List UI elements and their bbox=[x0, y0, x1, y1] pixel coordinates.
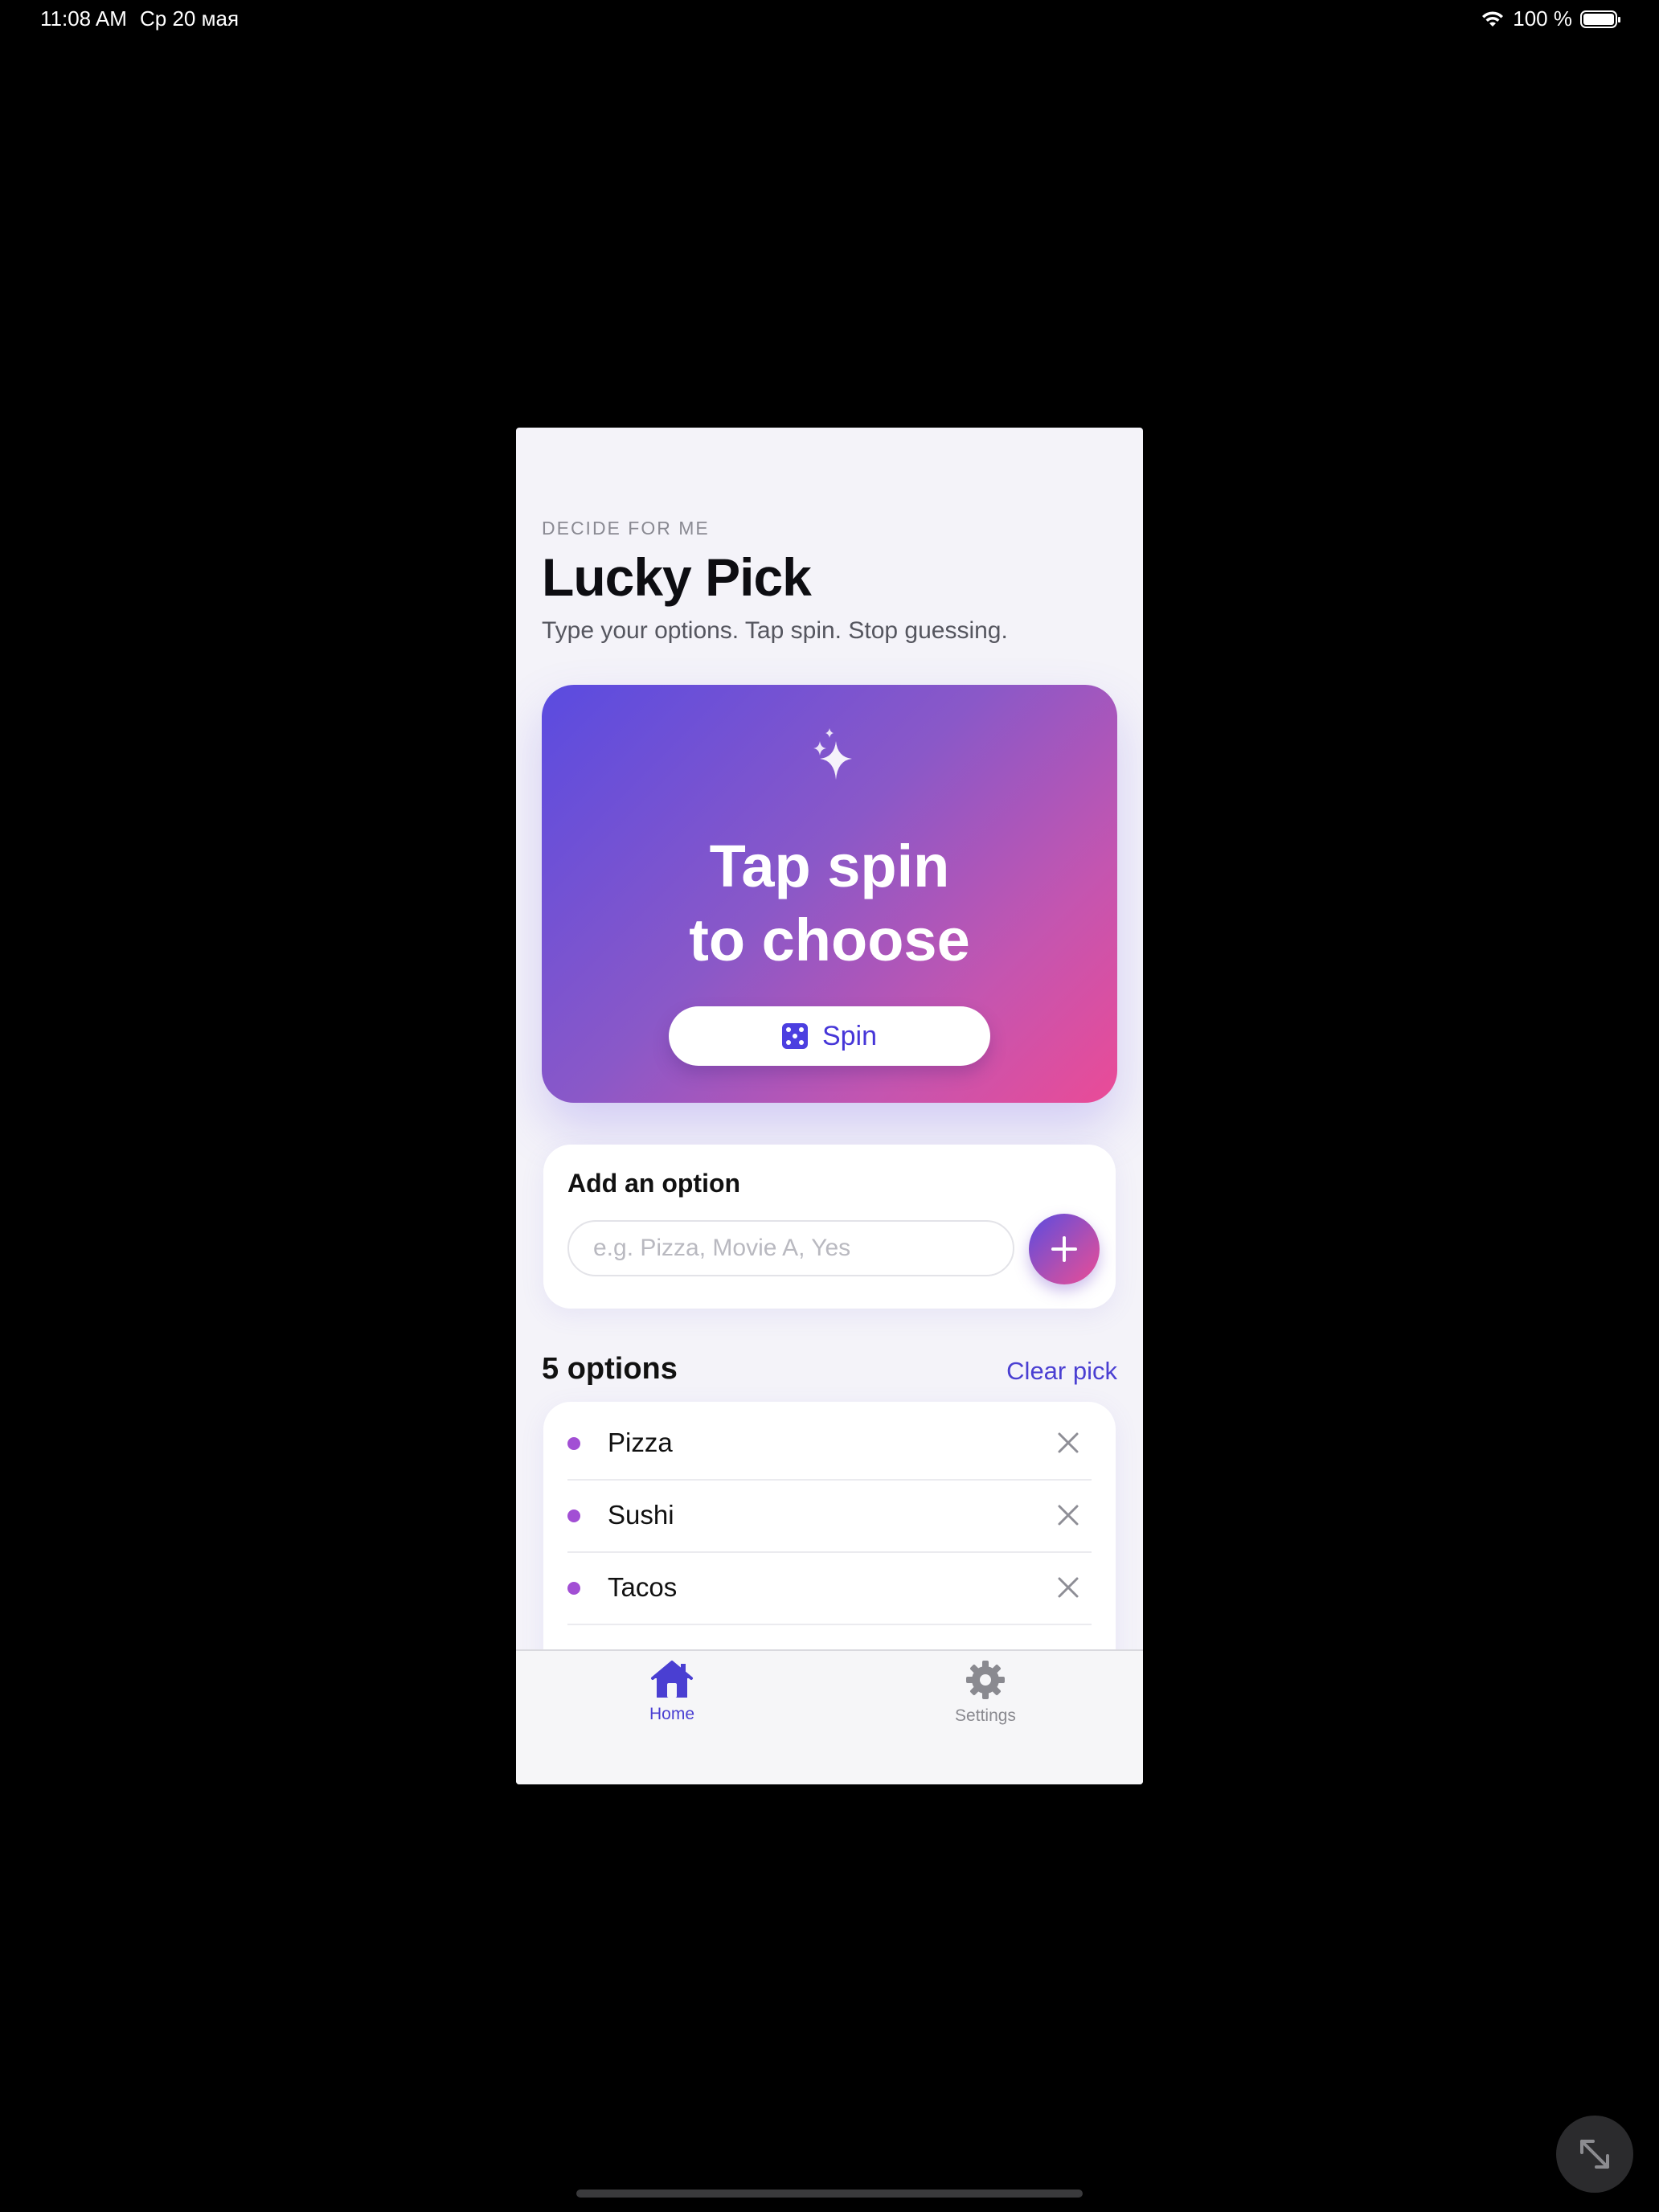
status-indicators: 100 % bbox=[1481, 6, 1620, 31]
spin-button-label: Spin bbox=[821, 1020, 878, 1051]
house-icon bbox=[592, 1659, 752, 1703]
clear-pick-button[interactable]: Clear pick bbox=[1006, 1357, 1117, 1386]
add-option-title: Add an option bbox=[567, 1169, 741, 1198]
tab-settings[interactable]: Settings bbox=[905, 1659, 1066, 1747]
main-scroll-area[interactable]: DECIDE FOR ME Lucky Pick Type your optio… bbox=[516, 428, 1143, 1649]
page-title: Lucky Pick bbox=[542, 547, 812, 607]
options-list: Pizza Sushi Tacos bbox=[543, 1402, 1116, 1649]
option-row: Tacos bbox=[567, 1551, 1092, 1625]
app-window: DECIDE FOR ME Lucky Pick Type your optio… bbox=[516, 428, 1143, 1784]
option-bullet bbox=[567, 1582, 580, 1595]
expand-window-button[interactable] bbox=[1556, 2116, 1633, 2193]
status-bar: 11:08 AM Ср 20 мая 100 % bbox=[0, 0, 1659, 40]
options-count: 5 options bbox=[542, 1352, 678, 1386]
gear-icon bbox=[905, 1659, 1066, 1705]
option-label: Pizza bbox=[608, 1428, 673, 1457]
status-time: 11:08 AM bbox=[40, 6, 127, 31]
hero-heading-line2: to choose bbox=[689, 907, 970, 973]
spin-button[interactable]: Spin bbox=[669, 1006, 990, 1066]
wifi-icon bbox=[1481, 10, 1505, 28]
option-row: Pizza bbox=[567, 1407, 1092, 1481]
status-date: Ср 20 мая bbox=[140, 6, 240, 31]
sparkle-icon bbox=[809, 727, 854, 785]
dice-icon bbox=[781, 1023, 808, 1049]
option-row: Sushi bbox=[567, 1479, 1092, 1553]
tab-settings-label: Settings bbox=[955, 1706, 1016, 1725]
add-option-button[interactable] bbox=[1029, 1214, 1100, 1284]
option-bullet bbox=[567, 1437, 580, 1450]
battery-percent: 100 % bbox=[1513, 6, 1572, 31]
home-indicator[interactable] bbox=[576, 2189, 1083, 2198]
option-input[interactable] bbox=[567, 1220, 1014, 1276]
option-label: Tacos bbox=[608, 1572, 678, 1602]
remove-option-icon[interactable] bbox=[1055, 1429, 1082, 1456]
page-subtitle: Type your options. Tap spin. Stop guessi… bbox=[542, 617, 1008, 644]
spin-hero-card: Tap spin to choose Spin bbox=[542, 685, 1117, 1103]
tab-bar: Home Settings bbox=[516, 1649, 1143, 1784]
plus-icon bbox=[1051, 1236, 1077, 1262]
tab-home-label: Home bbox=[649, 1705, 695, 1723]
add-option-card: Add an option bbox=[543, 1145, 1116, 1309]
eyebrow-label: DECIDE FOR ME bbox=[542, 518, 710, 539]
option-bullet bbox=[567, 1509, 580, 1522]
remove-option-icon[interactable] bbox=[1055, 1574, 1082, 1601]
hero-heading-line1: Tap spin bbox=[709, 833, 950, 899]
remove-option-icon[interactable] bbox=[1055, 1501, 1082, 1529]
battery-icon bbox=[1580, 10, 1620, 28]
option-label: Sushi bbox=[608, 1500, 674, 1530]
tab-home[interactable]: Home bbox=[592, 1659, 752, 1747]
